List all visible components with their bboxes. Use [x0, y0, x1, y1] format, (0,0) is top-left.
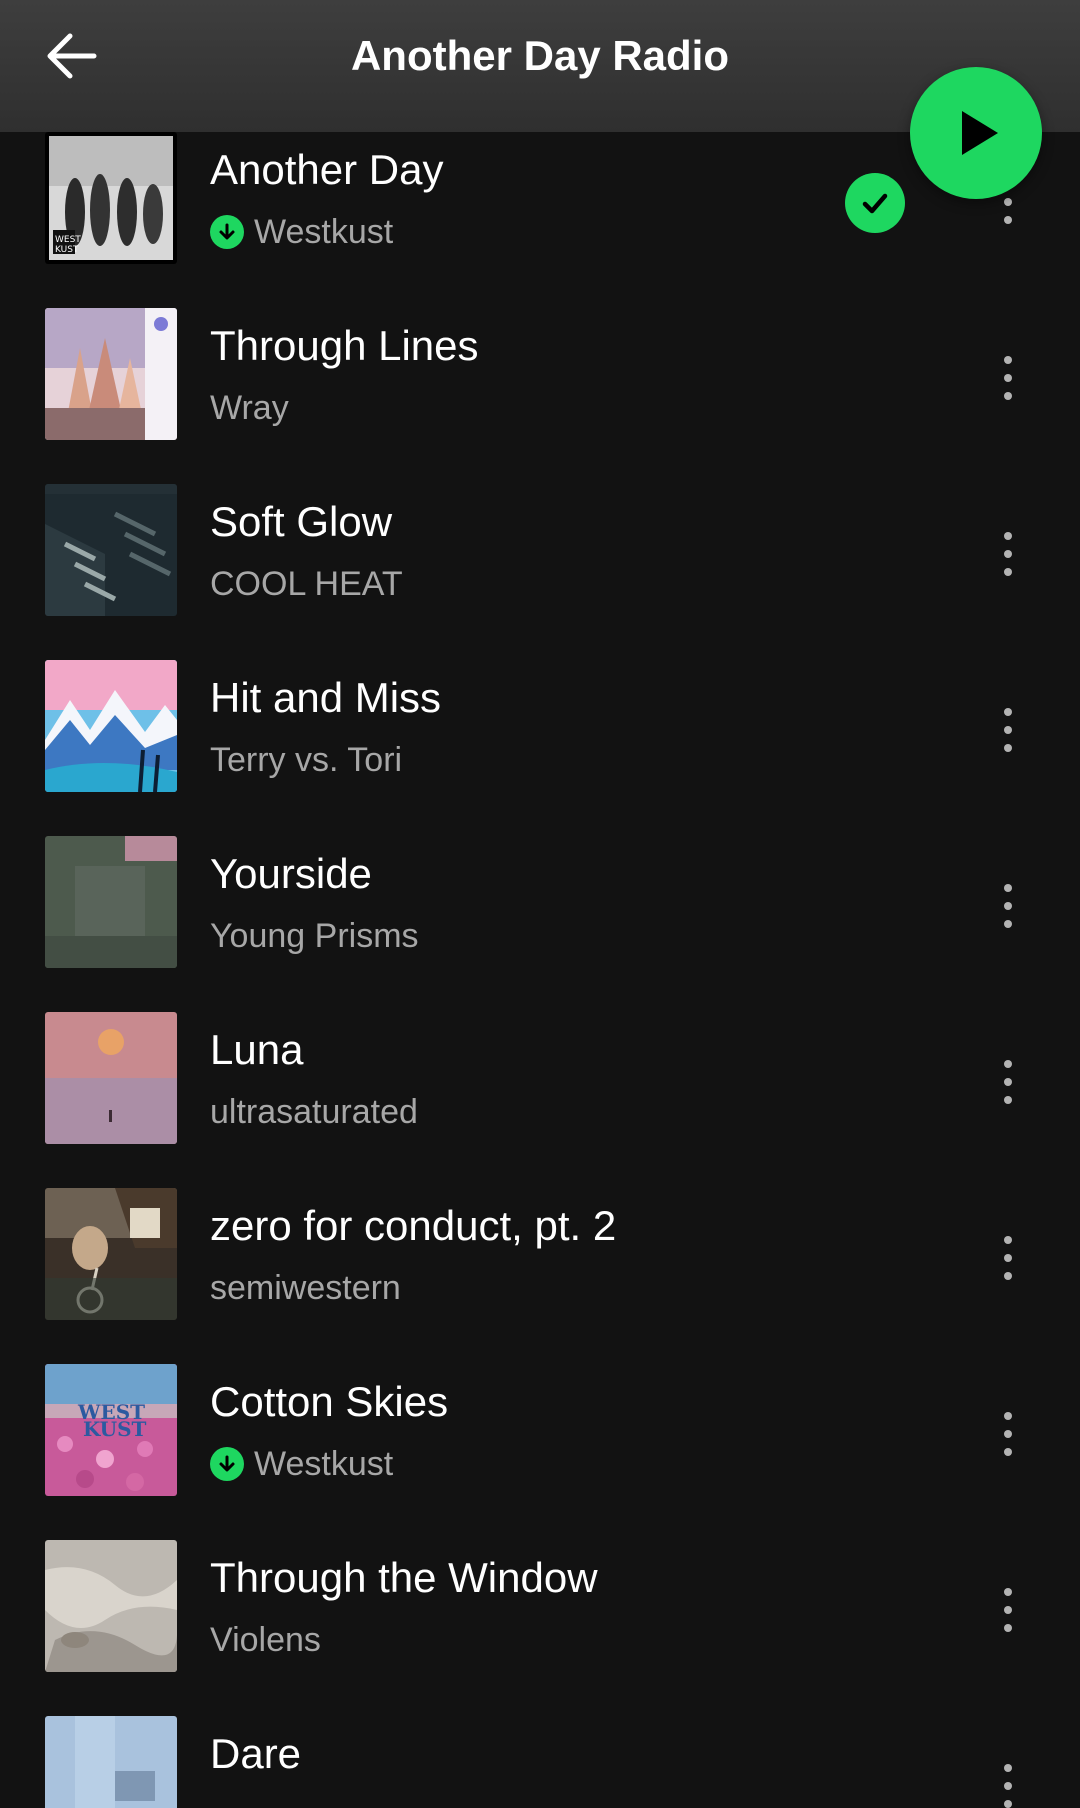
track-title: Hit and Miss [210, 674, 442, 721]
svg-text:KUST: KUST [83, 1417, 147, 1441]
liked-check-button[interactable] [845, 173, 905, 233]
more-options-button[interactable] [980, 1742, 1036, 1808]
track-row[interactable]: Dare [0, 1708, 1080, 1808]
more-icon [1004, 1764, 1012, 1772]
album-art [45, 1012, 177, 1144]
track-artist-line: Terry vs. Tori [210, 738, 402, 782]
track-artist-line: Wray [210, 386, 289, 430]
track-row[interactable]: Soft Glow COOL HEAT [0, 476, 1080, 652]
track-artist: Wray [210, 389, 289, 427]
track-title: Through the Window [210, 1554, 598, 1601]
playlist-screen: Another Day Radio WEST KUST Another Day … [0, 0, 1080, 1808]
more-options-button[interactable] [980, 1038, 1036, 1126]
downloaded-icon [210, 1447, 244, 1481]
play-icon [962, 111, 998, 155]
track-artist-line: COOL HEAT [210, 562, 403, 606]
track-artist: COOL HEAT [210, 565, 403, 603]
track-artist: Westkust [254, 1445, 394, 1483]
track-artist: semiwestern [210, 1269, 401, 1307]
play-button[interactable] [910, 67, 1042, 199]
page-title: Another Day Radio [350, 32, 730, 79]
track-artist-line: ultrasaturated [210, 1090, 418, 1134]
more-icon [1004, 356, 1012, 364]
album-art [45, 1188, 177, 1320]
track-row[interactable]: Through Lines Wray [0, 300, 1080, 476]
track-title: Through Lines [210, 322, 479, 369]
track-title: Luna [210, 1026, 304, 1073]
track-title: zero for conduct, pt. 2 [210, 1202, 617, 1249]
track-row[interactable]: Luna ultrasaturated [0, 1004, 1080, 1180]
track-row[interactable]: Through the Window Violens [0, 1532, 1080, 1708]
track-row[interactable]: zero for conduct, pt. 2 semiwestern [0, 1180, 1080, 1356]
downloaded-icon [210, 215, 244, 249]
more-icon [1004, 884, 1012, 892]
track-list: WEST KUST Another Day Westkust Through L… [0, 132, 1080, 1808]
more-options-button[interactable] [980, 862, 1036, 950]
more-options-button[interactable] [980, 1566, 1036, 1654]
more-icon [1004, 532, 1012, 540]
album-art: WEST KUST [45, 132, 177, 264]
album-art [45, 660, 177, 792]
more-icon [1004, 1412, 1012, 1420]
track-title: Another Day [210, 146, 444, 193]
track-row[interactable]: Hit and Miss Terry vs. Tori [0, 652, 1080, 828]
more-icon [1004, 1236, 1012, 1244]
more-options-button[interactable] [980, 686, 1036, 774]
check-icon [862, 193, 888, 214]
track-artist-line: Young Prisms [210, 914, 419, 958]
track-artist: Westkust [254, 213, 394, 251]
more-options-button[interactable] [980, 334, 1036, 422]
more-icon [1004, 1060, 1012, 1068]
track-title: Yourside [210, 850, 372, 897]
track-artist-line: Westkust [210, 1442, 393, 1486]
album-art [45, 308, 177, 440]
more-icon [1004, 708, 1012, 716]
more-options-button[interactable] [980, 1390, 1036, 1478]
more-icon [1004, 1588, 1012, 1596]
track-artist-line: semiwestern [210, 1266, 401, 1310]
track-row[interactable]: Yourside Young Prisms [0, 828, 1080, 1004]
track-artist: ultrasaturated [210, 1093, 418, 1131]
track-artist: Violens [210, 1621, 321, 1659]
track-artist-line: Violens [210, 1618, 321, 1662]
track-title: Dare [210, 1730, 302, 1777]
album-art [45, 1540, 177, 1672]
track-artist: Terry vs. Tori [210, 741, 403, 779]
svg-text:KUST: KUST [55, 245, 79, 255]
track-title: Soft Glow [210, 498, 393, 545]
album-art [45, 484, 177, 616]
track-title: Cotton Skies [210, 1378, 449, 1425]
track-artist-line: Westkust [210, 210, 393, 254]
album-art [45, 836, 177, 968]
more-options-button[interactable] [980, 510, 1036, 598]
album-art: WEST KUST [45, 1364, 177, 1496]
track-artist: Young Prisms [210, 917, 419, 955]
album-art [45, 1716, 177, 1808]
track-row[interactable]: WEST KUST Cotton Skies Westkust [0, 1356, 1080, 1532]
svg-text:WEST: WEST [55, 235, 81, 245]
more-options-button[interactable] [980, 1214, 1036, 1302]
